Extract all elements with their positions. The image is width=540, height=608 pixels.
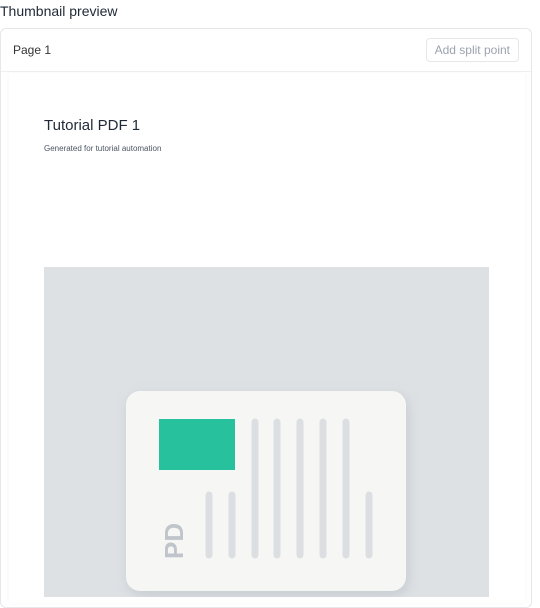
card-header: Page 1 Add split point	[1, 29, 531, 72]
section-title: Thumbnail preview	[0, 3, 118, 19]
icon-text: PD	[159, 523, 189, 559]
pdf-file-icon: PD	[44, 267, 489, 597]
accent-block	[159, 419, 235, 470]
add-split-point-button[interactable]: Add split point	[425, 38, 519, 62]
thumbnail-card: Page 1 Add split point Tutorial PDF 1 Ge…	[0, 28, 532, 608]
document-title: Tutorial PDF 1	[44, 117, 141, 134]
document-subtitle: Generated for tutorial automation	[44, 144, 162, 153]
page-thumbnail[interactable]: Tutorial PDF 1 Generated for tutorial au…	[9, 73, 525, 603]
page-label: Page 1	[13, 43, 52, 57]
